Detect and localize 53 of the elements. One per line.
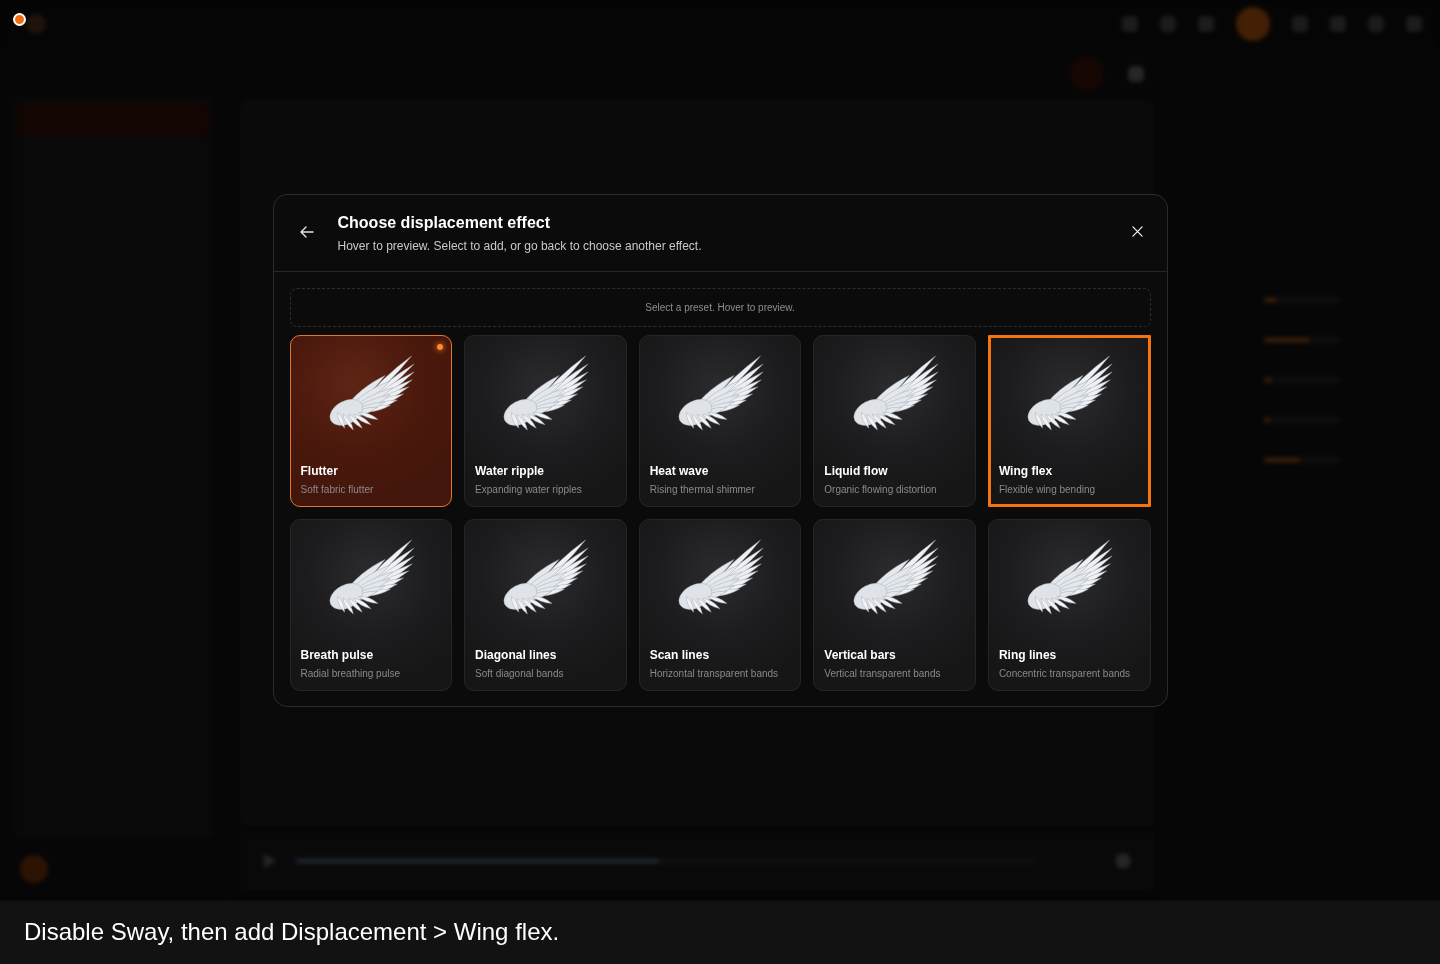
preset-card[interactable]: Scan lines Horizontal transparent bands [638,518,802,691]
preset-description: Soft diagonal bands [475,666,565,680]
preset-name: Liquid flow [824,463,889,479]
preset-name: Vertical bars [824,647,897,663]
preset-name: Wing flex [998,463,1054,479]
preset-card[interactable]: Liquid flow Organic flowing distortion [813,334,976,507]
preset-name: Breath pulse [300,647,375,663]
avatar-icon[interactable] [20,855,48,883]
preset-description: Vertical transparent bands [824,666,942,680]
play-icon[interactable] [264,854,276,868]
preset-description: Expanding water ripples [475,482,583,496]
preset-card[interactable]: Breath pulse Radial breathing pulse [289,518,453,691]
accent-button[interactable] [1236,7,1270,41]
preset-name: Heat wave [649,463,710,479]
hint-text: Select a preset. Hover to preview. [645,301,795,313]
preset-name: Water ripple [475,463,545,479]
active-dot-icon [437,343,444,350]
preset-description: Rising thermal shimmer [649,482,756,496]
preset-description: Horizontal transparent bands [649,666,780,680]
preset-card[interactable]: Water ripple Expanding water ripples [464,334,627,507]
wing-icon [676,353,764,432]
preset-name: Ring lines [998,647,1058,663]
wing-icon [326,537,415,616]
preset-name: Flutter [300,463,339,479]
caption-text: Disable Sway, then add Displacement > Wing flex. [24,918,560,946]
dialog-subtitle: Hover to preview. Select to add, or go back to choose another effect. [337,237,702,254]
wing-icon [850,353,939,432]
wing-icon [1025,537,1114,616]
toolbar-icon[interactable] [1116,854,1130,868]
preset-card[interactable]: Vertical bars Vertical transparent bands [813,518,976,691]
preset-name: Diagonal lines [475,647,558,663]
wing-icon [850,537,939,616]
preset-description: Radial breathing pulse [300,666,401,680]
wing-icon [501,353,590,432]
toolbar-icon[interactable] [1128,66,1144,82]
preset-card[interactable]: Wing flex Flexible wing bending [987,334,1151,507]
preset-description: Flexible wing bending [998,482,1097,496]
preset-description: Soft fabric flutter [300,482,375,496]
preset-card[interactable]: Ring lines Concentric transparent bands [987,518,1151,691]
preset-description: Concentric transparent bands [998,666,1132,680]
wing-icon [676,537,764,616]
back-arrow-icon [299,225,314,238]
dialog-title: Choose displacement effect [337,212,551,233]
wing-icon [326,353,415,432]
wing-icon [1025,353,1114,432]
app-logo-icon [26,14,46,34]
preset-card[interactable]: Diagonal lines Soft diagonal bands [464,518,627,691]
preset-name: Scan lines [649,647,711,663]
preset-card[interactable]: Flutter Soft fabric flutter [289,334,453,507]
preset-card[interactable]: Heat wave Rising thermal shimmer [638,334,802,507]
close-icon [1131,225,1143,237]
preset-description: Organic flowing distortion [824,482,938,496]
wing-icon [501,537,590,616]
